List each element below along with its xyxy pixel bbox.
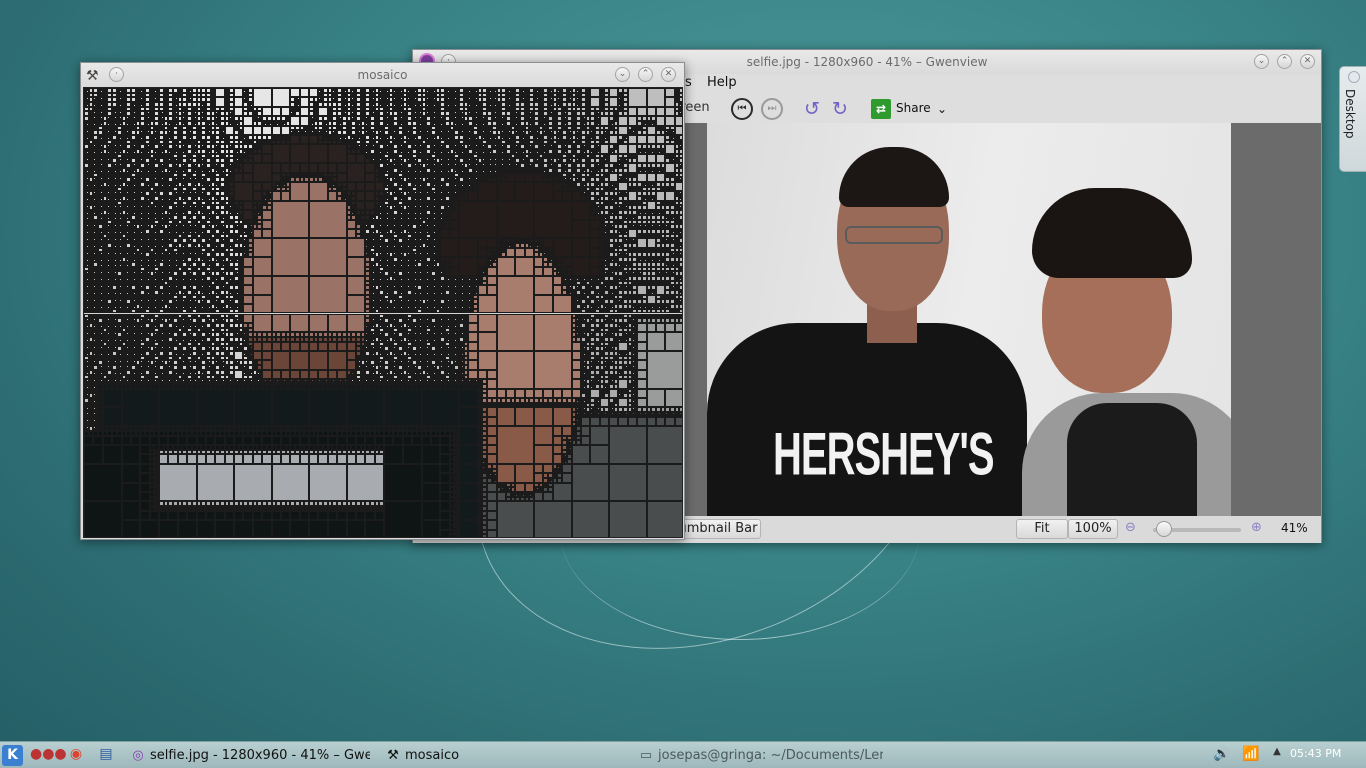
maximize-icon[interactable]: ⌃ (1277, 54, 1292, 69)
selfie-photo: HERSHEY'S (707, 123, 1231, 516)
desktop-tab-label: Desktop (1343, 89, 1357, 139)
zoom-slider-handle[interactable] (1156, 521, 1172, 537)
zoom-100-button[interactable]: 100% (1068, 519, 1118, 539)
window-title: selfie.jpg - 1280x960 - 41% – Gwenview (747, 55, 988, 69)
shirt-print-text: HERSHEY'S (773, 422, 973, 490)
rotate-left-icon[interactable]: ↺ (801, 97, 823, 121)
share-button[interactable]: Share (896, 101, 931, 115)
zoom-level: 41% (1281, 521, 1308, 535)
minimize-icon[interactable]: ⌄ (615, 67, 630, 82)
desktop-dashboard-tab[interactable]: Desktop (1339, 66, 1366, 172)
person-left-hair (839, 147, 949, 207)
share-dropdown-arrow-icon[interactable]: ⌄ (937, 102, 947, 116)
rotate-right-icon[interactable]: ↻ (829, 97, 851, 121)
person-right-shirt (1067, 403, 1197, 516)
minimize-icon[interactable]: ⌄ (1254, 54, 1269, 69)
menu-icon[interactable]: · (109, 67, 124, 82)
share-icon[interactable]: ⇄ (871, 99, 891, 119)
person-right-hair (1032, 188, 1192, 278)
tools-icon[interactable]: ⚒ (86, 64, 99, 88)
person-left-glasses (845, 226, 943, 244)
mosaico-window: ⚒ · mosaico ⌄ ⌃ ✕ (80, 62, 685, 540)
next-icon[interactable]: ⏭ (761, 98, 783, 120)
maximize-icon[interactable]: ⌃ (638, 67, 653, 82)
close-icon[interactable]: ✕ (1300, 54, 1315, 69)
zoom-out-icon[interactable]: ⊖ (1125, 520, 1136, 535)
mosaico-titlebar[interactable]: ⚒ · mosaico ⌄ ⌃ ✕ (81, 63, 684, 87)
thumbnail-bar-button[interactable]: umbnail Bar (675, 519, 761, 539)
mosaic-canvas (83, 87, 683, 538)
zoom-fit-button[interactable]: Fit (1016, 519, 1068, 539)
previous-icon[interactable]: ⏮ (731, 98, 753, 120)
tab-handle-icon (1348, 71, 1360, 83)
window-title: mosaico (358, 68, 408, 82)
zoom-in-icon[interactable]: ⊕ (1251, 520, 1262, 535)
menu-item-help[interactable]: Help (707, 75, 737, 90)
close-icon[interactable]: ✕ (661, 67, 676, 82)
menu-item-partial[interactable]: s (685, 75, 692, 90)
